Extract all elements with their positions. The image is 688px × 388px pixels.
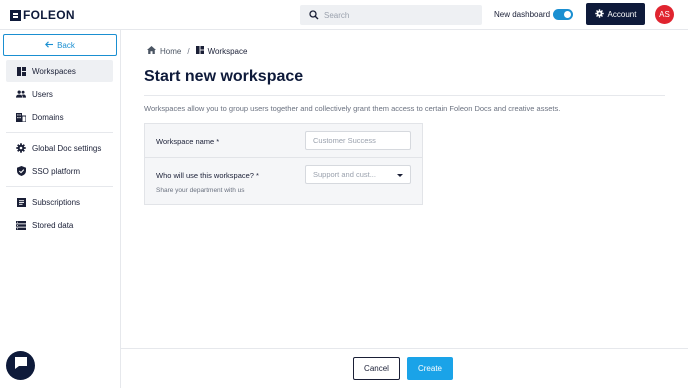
- new-dashboard-toggle[interactable]: [553, 9, 573, 20]
- breadcrumb-current: Workspace: [207, 46, 248, 56]
- workspaces-icon: [195, 46, 204, 56]
- gear-icon: [16, 143, 26, 153]
- breadcrumb-separator: /: [187, 46, 190, 56]
- cancel-button[interactable]: Cancel: [353, 357, 400, 380]
- sidebar-item-label: Stored data: [32, 220, 74, 230]
- domains-icon: [16, 112, 26, 122]
- form-row-divider: [145, 157, 422, 158]
- sidebar-item-stored-data[interactable]: Stored data: [6, 214, 113, 236]
- account-label: Account: [607, 9, 637, 19]
- page-description: Workspaces allow you to group users toge…: [144, 104, 561, 113]
- select-value: Support and cust...: [313, 170, 376, 179]
- search-box[interactable]: [300, 5, 482, 25]
- workspace-usage-label: Who will use this workspace? *: [156, 171, 259, 180]
- gear-icon: [594, 8, 604, 20]
- sidebar-item-label: Subscriptions: [32, 197, 81, 207]
- sidebar-item-label: SSO platform: [32, 166, 81, 176]
- stored-data-icon: [16, 220, 26, 230]
- toggle-knob: [564, 11, 571, 18]
- shield-icon: [16, 166, 26, 176]
- workspace-name-label: Workspace name *: [156, 137, 220, 146]
- nav-divider: [6, 186, 113, 187]
- breadcrumb-home[interactable]: Home: [160, 47, 181, 56]
- workspaces-icon: [16, 66, 26, 76]
- back-button[interactable]: Back: [3, 34, 117, 56]
- sidebar-item-workspaces[interactable]: Workspaces: [6, 60, 113, 82]
- sidebar-item-sso-platform[interactable]: SSO platform: [6, 160, 113, 182]
- workspace-usage-select[interactable]: Support and cust...: [305, 165, 411, 184]
- create-button[interactable]: Create: [407, 357, 453, 380]
- breadcrumb: Home / Workspace: [147, 46, 247, 56]
- account-button[interactable]: Account: [586, 3, 645, 25]
- logo-mark-icon: [10, 9, 21, 21]
- workspace-form: Workspace name * Who will use this works…: [144, 123, 423, 205]
- home-icon[interactable]: [147, 46, 156, 56]
- workspace-name-input[interactable]: [305, 131, 411, 150]
- title-divider: [144, 95, 665, 96]
- chevron-down-icon: [397, 174, 403, 177]
- sidebar-item-domains[interactable]: Domains: [6, 106, 113, 128]
- avatar[interactable]: AS: [655, 5, 674, 24]
- foleon-logo[interactable]: FOLEON: [10, 8, 75, 22]
- chat-icon: [14, 356, 28, 375]
- top-bar: FOLEON New dashboard Account AS: [0, 0, 688, 30]
- sidebar: Back Workspaces Users Domains Global Doc…: [0, 30, 121, 388]
- footer-action-bar: Cancel Create: [121, 348, 688, 388]
- logo-text: FOLEON: [23, 8, 75, 22]
- sidebar-item-global-doc-settings[interactable]: Global Doc settings: [6, 137, 113, 159]
- sidebar-item-users[interactable]: Users: [6, 83, 113, 105]
- sidebar-item-label: Global Doc settings: [32, 143, 102, 153]
- arrow-left-icon: [45, 40, 54, 50]
- page-title: Start new workspace: [144, 68, 304, 85]
- back-label: Back: [57, 40, 75, 50]
- chat-support-button[interactable]: [6, 351, 35, 380]
- subscriptions-icon: [16, 197, 26, 207]
- sidebar-item-label: Domains: [32, 112, 64, 122]
- workspace-usage-hint: Share your department with us: [156, 187, 245, 194]
- new-dashboard-label: New dashboard: [494, 10, 551, 19]
- search-input[interactable]: [324, 10, 464, 20]
- sidebar-item-label: Users: [32, 89, 53, 99]
- users-icon: [16, 89, 26, 99]
- search-icon: [304, 5, 324, 25]
- nav-divider: [6, 132, 113, 133]
- sidebar-item-subscriptions[interactable]: Subscriptions: [6, 191, 113, 213]
- sidebar-item-label: Workspaces: [32, 66, 76, 76]
